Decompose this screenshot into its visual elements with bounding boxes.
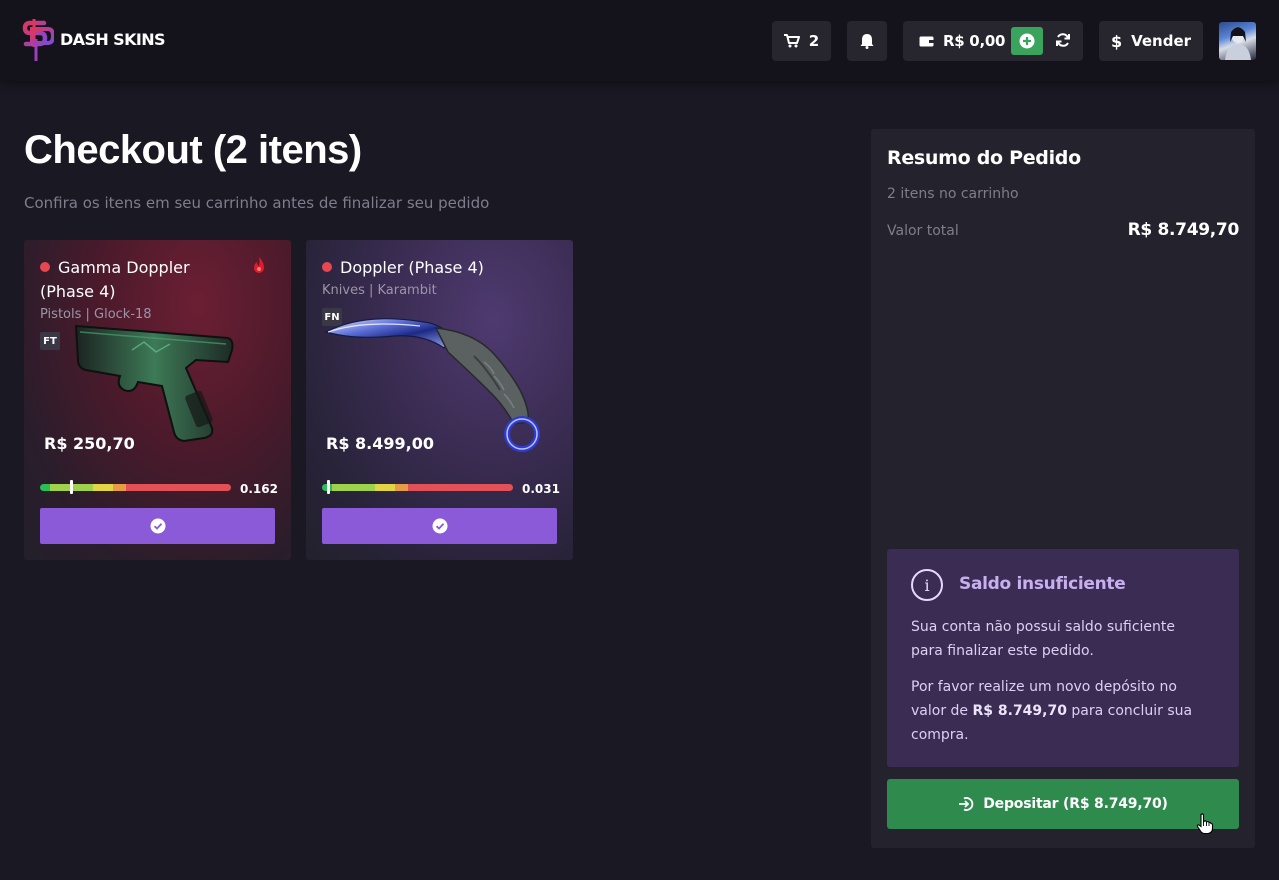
item-name: Gamma Doppler (Phase 4) — [40, 258, 190, 301]
float-marker — [326, 480, 330, 494]
logo-text: DASH SKINS — [60, 29, 166, 49]
item-category: Knives | Karambit — [322, 283, 437, 298]
deposit-button[interactable]: Depositar (R$ 8.749,70) — [887, 779, 1239, 829]
item-price: R$ 8.499,00 — [326, 434, 434, 453]
notifications-button[interactable] — [847, 21, 887, 61]
plus-circle-icon — [1019, 33, 1035, 49]
refresh-icon[interactable] — [1055, 32, 1071, 48]
float-bar — [322, 484, 513, 491]
user-avatar[interactable] — [1219, 22, 1256, 60]
hand-cursor-icon — [1196, 813, 1214, 835]
page-title: Checkout (2 itens) — [24, 128, 362, 172]
summary-title: Resumo do Pedido — [887, 147, 1081, 169]
dollar-icon: $ — [1110, 31, 1123, 51]
item-price: R$ 250,70 — [44, 434, 135, 453]
bell-icon — [860, 34, 874, 49]
page-subtitle: Confira os itens em seu carrinho antes d… — [24, 194, 490, 212]
summary-item-count: 2 itens no carrinho — [887, 186, 1019, 202]
check-circle-icon — [150, 518, 165, 534]
fire-icon — [254, 257, 264, 273]
cart-button[interactable]: 2 — [772, 21, 831, 61]
cart-item-card[interactable]: Doppler (Phase 4) Knives | Karambit FN R… — [306, 240, 573, 560]
confirm-item-button[interactable] — [40, 508, 275, 544]
float-value: 0.031 — [522, 482, 560, 496]
add-funds-button[interactable] — [1011, 27, 1043, 55]
status-dot — [322, 262, 332, 272]
float-value: 0.162 — [240, 482, 278, 496]
wear-badge: FT — [40, 332, 60, 350]
alert-message: Sua conta não possui saldo suficiente pa… — [911, 619, 1175, 659]
alert-deposit-amount: R$ 8.749,70 — [972, 703, 1067, 719]
confirm-item-button[interactable] — [322, 508, 557, 544]
status-dot — [40, 262, 50, 272]
sell-button[interactable]: $ Vender — [1099, 21, 1203, 61]
cart-icon — [783, 34, 800, 48]
float-marker — [69, 480, 73, 494]
logo-mark-icon — [22, 19, 54, 61]
float-bar — [40, 484, 231, 491]
wallet-icon — [919, 36, 934, 47]
cart-count: 2 — [808, 32, 820, 50]
order-summary-panel: Resumo do Pedido 2 itens no carrinho Val… — [871, 129, 1255, 848]
insufficient-balance-alert: i Saldo insuficiente Sua conta não possu… — [887, 549, 1239, 767]
logo[interactable]: DASH SKINS — [22, 17, 166, 63]
glock-skin-image — [74, 324, 234, 443]
wallet-widget[interactable]: R$ 0,00 — [903, 21, 1083, 61]
check-circle-icon — [432, 518, 447, 534]
deposit-label: Depositar (R$ 8.749,70) — [983, 796, 1168, 812]
avatar-image — [1225, 27, 1251, 60]
sign-in-icon — [959, 797, 974, 811]
sell-label: Vender — [1131, 32, 1192, 50]
cart-item-card[interactable]: Gamma Doppler (Phase 4) Pistols | Glock-… — [24, 240, 291, 560]
total-value: R$ 8.749,70 — [1127, 220, 1240, 240]
top-navbar: DASH SKINS 2 R$ 0,00 $ Vender — [0, 0, 1279, 81]
item-name: Doppler (Phase 4) — [322, 256, 522, 280]
total-label: Valor total — [887, 223, 959, 239]
alert-deposit-message: Por favor realize um novo depósito no va… — [911, 679, 1193, 743]
info-icon: i — [911, 569, 943, 601]
alert-title: Saldo insuficiente — [959, 574, 1126, 594]
wallet-balance: R$ 0,00 — [943, 32, 1006, 50]
